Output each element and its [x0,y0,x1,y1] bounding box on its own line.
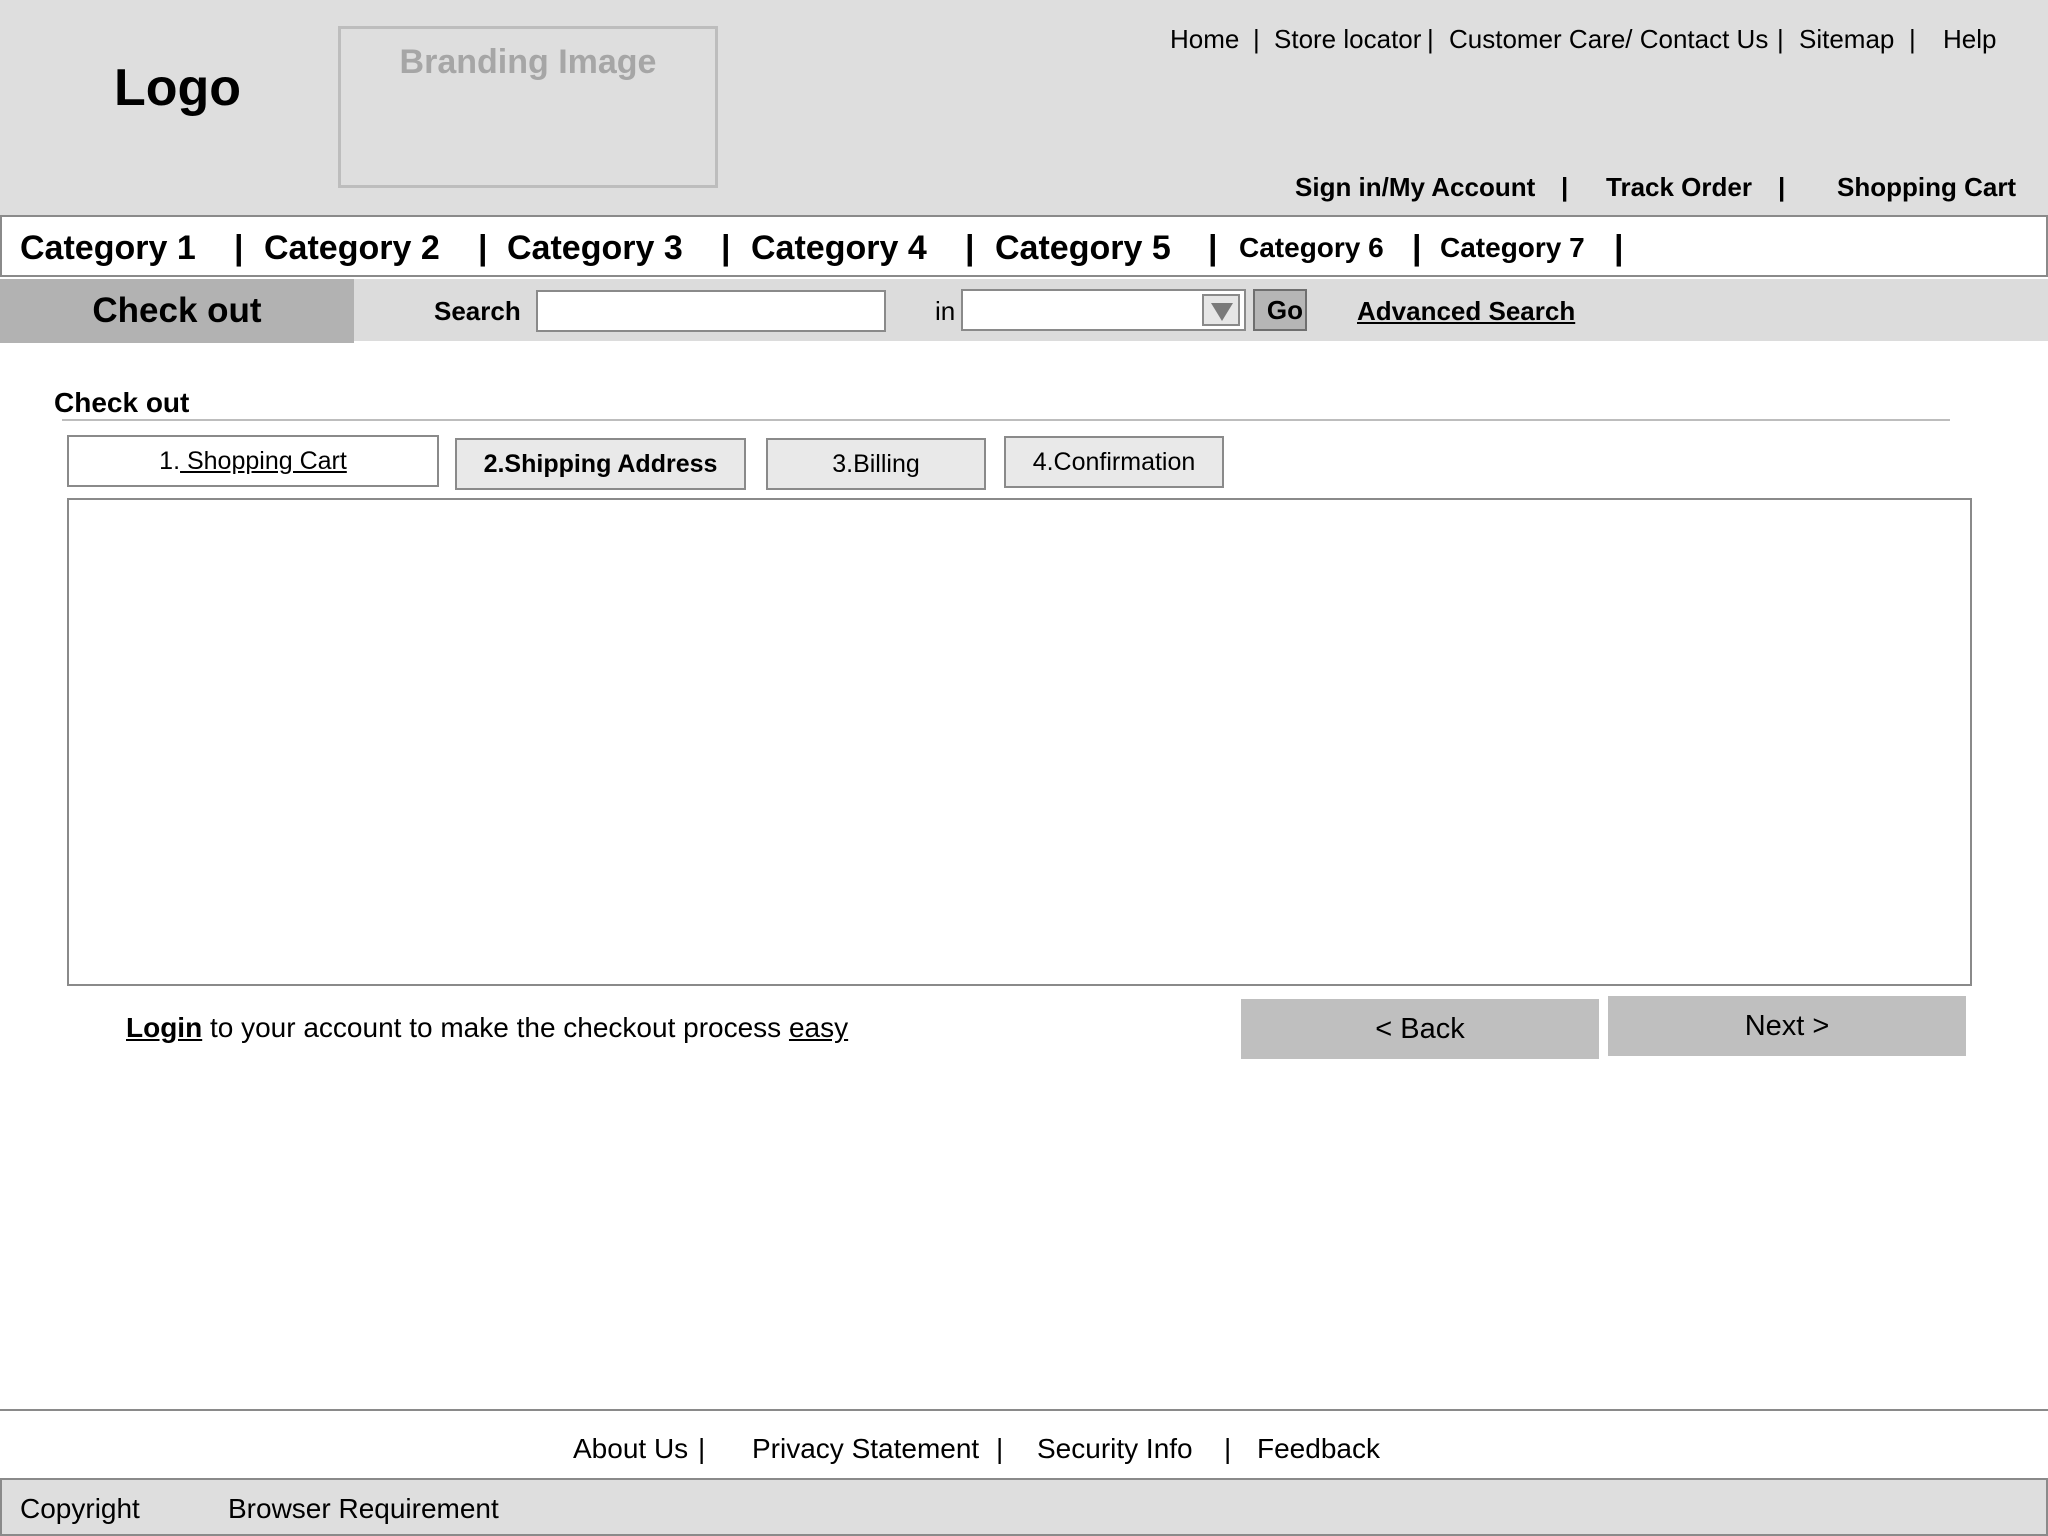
easy-link[interactable]: easy [789,1012,848,1043]
category-1[interactable]: Category 1 [20,226,196,270]
category-7[interactable]: Category 7 [1440,226,1585,270]
title-divider [62,419,1950,421]
top-link-separator: | [1253,24,1260,54]
top-link-store-locator[interactable]: Store locator [1274,22,1421,56]
category-2[interactable]: Category 2 [264,226,440,270]
category-separator: | [234,229,244,267]
step-tab-billing[interactable]: 3.Billing [766,438,986,490]
branding-image: Branding Image [338,26,718,188]
top-link-separator: | [1909,24,1916,54]
footer-separator: | [996,1433,1004,1464]
sign-in-link[interactable]: Sign in/My Account [1295,170,1535,204]
account-link-separator: | [1778,172,1786,202]
step-content-panel [67,498,1972,986]
footer-link-security-info[interactable]: Security Info [1037,1432,1193,1466]
page-title: Check out [54,387,190,418]
step-tab-shipping-address[interactable]: 2.Shipping Address [455,438,746,490]
step-number: 1. [159,447,181,475]
browser-requirement-link[interactable]: Browser Requirement [228,1493,499,1525]
category-separator: | [478,229,488,267]
category-separator: | [721,229,731,267]
category-3[interactable]: Category 3 [507,226,683,270]
category-separator: | [965,229,975,267]
footer-link-feedback[interactable]: Feedback [1257,1432,1380,1466]
top-link-sitemap[interactable]: Sitemap [1799,22,1894,56]
category-4[interactable]: Category 4 [751,226,927,270]
track-order-link[interactable]: Track Order [1606,170,1752,204]
top-link-home[interactable]: Home [1170,22,1239,56]
step-tab-shopping-cart[interactable]: 1. Shopping Cart [67,435,439,487]
search-in-label: in [935,296,956,326]
checkout-section-tab[interactable]: Check out [0,279,354,343]
footer-separator: | [698,1433,706,1464]
top-link-separator: | [1777,24,1784,54]
footer-separator: | [1224,1433,1232,1464]
category-5[interactable]: Category 5 [995,226,1171,270]
next-button[interactable]: Next > [1608,996,1966,1056]
category-separator: | [1412,229,1422,267]
footer-link-privacy-statement[interactable]: Privacy Statement [752,1432,979,1466]
branding-image-label: Branding Image [399,43,657,81]
login-link[interactable]: Login [126,1012,202,1043]
search-label: Search [434,296,521,326]
category-separator: | [1208,229,1218,267]
footer-link-about-us[interactable]: About Us [573,1432,688,1466]
step-link-shopping-cart[interactable]: Shopping Cart [180,447,347,475]
dropdown-arrow-icon[interactable] [1202,294,1240,326]
search-category-select[interactable] [961,289,1246,331]
shopping-cart-link[interactable]: Shopping Cart [1837,170,2016,204]
account-link-separator: | [1561,172,1569,202]
top-link-customer-care[interactable]: Customer Care/ Contact Us [1449,22,1768,56]
back-button[interactable]: < Back [1241,999,1599,1059]
copyright-link[interactable]: Copyright [20,1493,140,1525]
search-input[interactable] [536,290,886,332]
checkout-section-tab-label: Check out [92,291,262,330]
footer-divider [0,1409,2048,1411]
login-prompt-text: to your account to make the checkout pro… [202,1012,789,1043]
login-prompt: Login to your account to make the checko… [126,1011,848,1045]
top-link-help[interactable]: Help [1943,22,1996,56]
category-6[interactable]: Category 6 [1239,226,1384,270]
logo[interactable]: Logo [114,62,241,114]
step-tab-confirmation[interactable]: 4.Confirmation [1004,436,1224,488]
advanced-search-link[interactable]: Advanced Search [1357,296,1575,326]
go-button[interactable]: Go [1253,289,1307,331]
category-separator: | [1614,229,1624,267]
top-link-separator: | [1427,24,1434,54]
